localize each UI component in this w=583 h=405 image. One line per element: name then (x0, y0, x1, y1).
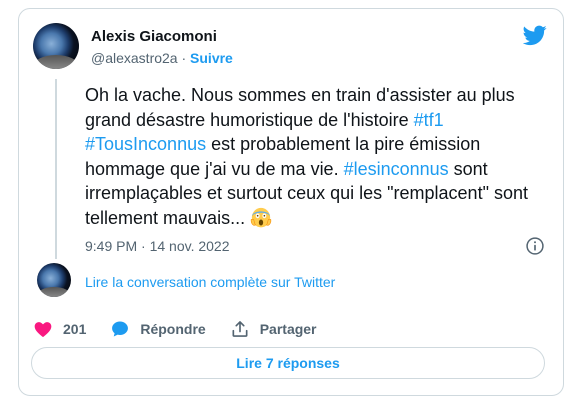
like-count: 201 (63, 321, 87, 337)
face-screaming-in-fear-icon (250, 207, 272, 227)
read-replies-button[interactable]: Lire 7 réponses (31, 347, 545, 379)
hashtag-link[interactable]: #TousInconnus (85, 134, 206, 154)
thread-line (55, 79, 57, 259)
author-handle[interactable]: @alexastro2a (91, 50, 178, 66)
tweet-timestamp[interactable]: 9:49 PM · 14 nov. 2022 (85, 238, 230, 254)
hashtag-link[interactable]: #lesinconnus (344, 159, 449, 179)
reply-label: Répondre (140, 321, 206, 337)
read-conversation-link[interactable]: Lire la conversation complète sur Twitte… (85, 274, 335, 290)
heart-icon (34, 322, 52, 337)
author-handle-row: @alexastro2a · Suivre (91, 50, 233, 66)
tweet-text-segment: Oh la vache. Nous sommes en train d'assi… (85, 85, 515, 130)
share-label: Partager (259, 321, 317, 337)
action-bar: 201 Répondre Partager (33, 317, 341, 341)
follow-button[interactable]: Suivre (190, 50, 233, 66)
author-name[interactable]: Alexis Giacomoni (91, 28, 217, 45)
info-icon[interactable] (525, 236, 545, 256)
thread-avatar[interactable] (37, 263, 71, 297)
author-avatar[interactable] (33, 23, 79, 69)
share-button[interactable]: Partager (230, 319, 317, 339)
like-button[interactable]: 201 (33, 319, 86, 339)
hashtag-link[interactable]: #tf1 (414, 110, 444, 130)
speech-bubble-icon (112, 321, 129, 337)
tweet-card: Alexis Giacomoni @alexastro2a · Suivre O… (18, 8, 564, 396)
reply-button[interactable]: Répondre (110, 319, 206, 339)
share-icon (232, 321, 248, 337)
handle-separator: · (181, 50, 187, 66)
twitter-bird-icon[interactable] (523, 23, 547, 47)
tweet-text: Oh la vache. Nous sommes en train d'assi… (85, 83, 551, 230)
